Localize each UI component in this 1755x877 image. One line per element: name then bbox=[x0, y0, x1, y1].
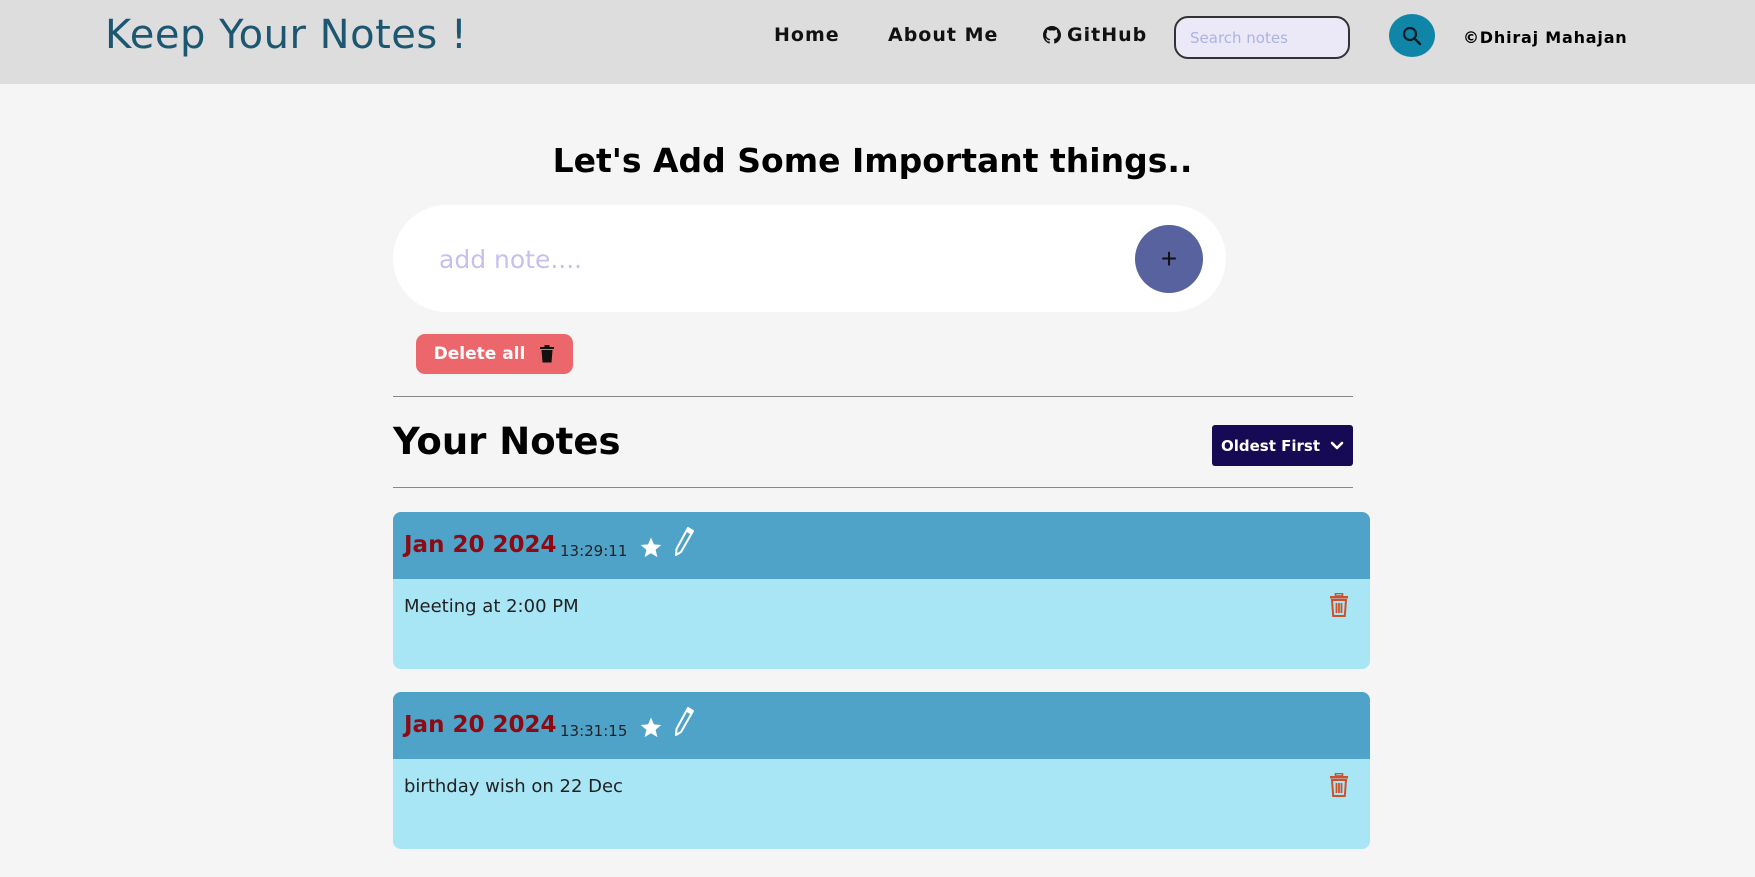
star-icon[interactable] bbox=[639, 536, 663, 560]
trash-icon bbox=[540, 345, 555, 363]
page-headline: Let's Add Some Important things.. bbox=[552, 141, 1193, 180]
note-date: Jan 20 2024 bbox=[404, 532, 557, 558]
note-header: Jan 20 2024 13:29:11 bbox=[393, 512, 1370, 579]
divider bbox=[393, 396, 1353, 397]
star-icon[interactable] bbox=[639, 716, 663, 740]
pencil-icon[interactable] bbox=[673, 706, 695, 738]
add-note-input[interactable] bbox=[437, 235, 1091, 283]
copyright-text: ©Dhiraj Mahajan bbox=[1463, 28, 1628, 47]
delete-all-label: Delete all bbox=[433, 344, 526, 364]
sort-order-value: Oldest First bbox=[1220, 436, 1320, 455]
nav-home-link[interactable]: Home bbox=[774, 24, 840, 46]
note-card: Jan 20 2024 13:31:15 birthday wish on 22… bbox=[393, 692, 1370, 849]
search-button[interactable] bbox=[1389, 14, 1435, 57]
nav-about-link[interactable]: About Me bbox=[888, 24, 998, 46]
search-input[interactable] bbox=[1174, 16, 1350, 59]
github-link-label: GitHub bbox=[1067, 24, 1148, 46]
trash-icon[interactable] bbox=[1328, 593, 1350, 617]
trash-icon[interactable] bbox=[1328, 773, 1350, 797]
add-note-bar: + bbox=[393, 205, 1226, 312]
add-note-button[interactable]: + bbox=[1135, 225, 1203, 293]
note-time: 13:31:15 bbox=[560, 722, 628, 740]
note-text: birthday wish on 22 Dec bbox=[404, 776, 623, 797]
note-text: Meeting at 2:00 PM bbox=[404, 596, 579, 617]
brand-title[interactable]: Keep Your Notes ! bbox=[105, 12, 467, 58]
note-time: 13:29:11 bbox=[560, 542, 628, 560]
nav-github-link[interactable]: GitHub bbox=[1043, 24, 1147, 46]
navbar: Keep Your Notes ! Home About Me GitHub ©… bbox=[0, 0, 1755, 84]
notes-section-title: Your Notes bbox=[393, 420, 621, 463]
divider bbox=[393, 487, 1353, 488]
chevron-down-icon bbox=[1330, 441, 1344, 449]
note-card: Jan 20 2024 13:29:11 Meeting at 2:00 PM bbox=[393, 512, 1370, 669]
pencil-icon[interactable] bbox=[673, 526, 695, 558]
sort-order-select[interactable]: Oldest First bbox=[1212, 425, 1353, 466]
note-date: Jan 20 2024 bbox=[404, 712, 557, 738]
delete-all-button[interactable]: Delete all bbox=[416, 334, 573, 374]
search-icon bbox=[1402, 26, 1422, 45]
note-header: Jan 20 2024 13:31:15 bbox=[393, 692, 1370, 759]
github-icon bbox=[1043, 26, 1061, 44]
